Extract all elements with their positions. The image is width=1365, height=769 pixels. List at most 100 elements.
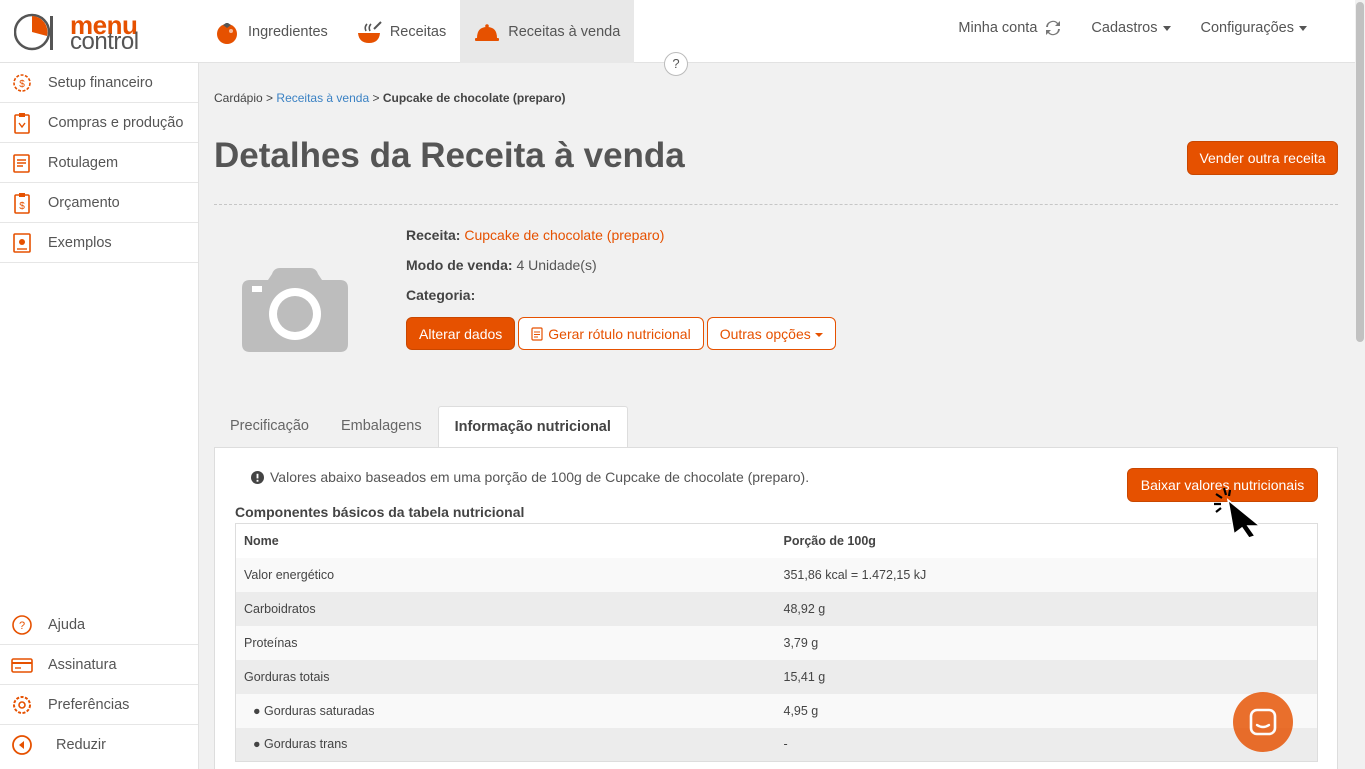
collapse-icon (12, 735, 32, 755)
logo-plate-icon (13, 13, 53, 51)
chat-widget-button[interactable] (1233, 692, 1293, 752)
topnav-receitas-a-venda[interactable]: Receitas à venda (460, 0, 635, 63)
card-icon (11, 657, 33, 673)
menucontrol-logo[interactable]: menu control (13, 10, 154, 55)
nutrition-table: Nome Porção de 100g Valor energético 351… (235, 523, 1318, 762)
download-nutrition-button[interactable]: Baixar valores nutricionais (1127, 468, 1318, 502)
sidebar-item-orcamento[interactable]: $ Orçamento (0, 183, 198, 223)
sidebar-item-label: Compras e produção (48, 114, 184, 131)
gear-icon (13, 695, 31, 714)
breadcrumb-separator: > (372, 91, 380, 105)
clipboard-icon (14, 112, 30, 134)
sidebar-item-rotulagem[interactable]: Rotulagem (0, 143, 198, 183)
nutrient-name: Gorduras totais (235, 659, 776, 694)
sidebar-item-assinatura[interactable]: Assinatura (0, 645, 198, 685)
tab-informacao-nutricional[interactable]: Informação nutricional (437, 406, 628, 448)
top-right-menu: Minha conta Cadastros Configurações (958, 0, 1307, 56)
nutrient-name: ● Gorduras trans (235, 727, 776, 762)
sidebar-item-ajuda[interactable]: ? Ajuda (0, 605, 198, 645)
sidebar-item-label: Ajuda (48, 616, 86, 633)
nutrient-name: Proteínas (235, 625, 776, 660)
section-title: Componentes básicos da tabela nutriciona… (235, 504, 525, 520)
refresh-icon (1046, 20, 1061, 36)
label-icon (13, 153, 30, 173)
page-scrollbar[interactable] (1355, 0, 1365, 769)
breadcrumb-root: Cardápio (214, 91, 263, 105)
sidebar-item-exemplos[interactable]: Exemplos (0, 223, 198, 263)
nutrient-name: ● Gorduras saturadas (235, 693, 776, 728)
sidebar-item-label: Rotulagem (48, 154, 119, 171)
document-icon (531, 326, 543, 341)
table-row: Proteínas 3,79 g (235, 625, 1318, 660)
help-bubble-button[interactable]: ? (664, 52, 688, 76)
sidebar-item-preferencias[interactable]: Preferências (0, 685, 198, 725)
nutrition-panel: Valores abaixo baseados em uma porção de… (214, 447, 1338, 769)
pot-icon (357, 20, 382, 43)
chat-icon (1249, 708, 1277, 736)
topnav-receitas[interactable]: Receitas (342, 0, 460, 63)
help-icon: ? (12, 614, 32, 635)
budget-icon: $ (14, 192, 30, 214)
table-row: Valor energético 351,86 kcal = 1.472,15 … (235, 557, 1318, 592)
sale-mode-label: Modo de venda: (406, 257, 513, 273)
topnav-receitas-label: Receitas (389, 23, 447, 40)
gear-dollar-icon: $ (13, 73, 31, 92)
tab-precificacao[interactable]: Precificação (214, 406, 325, 448)
scrollbar-thumb[interactable] (1356, 2, 1364, 342)
generate-label-button[interactable]: Gerar rótulo nutricional (518, 317, 704, 350)
configuracoes-dropdown[interactable]: Configurações (1201, 20, 1308, 36)
recipe-link[interactable]: Cupcake de chocolate (preparo) (464, 227, 664, 243)
sidebar-item-label: Orçamento (48, 194, 120, 211)
topnav-receitas-a-venda-label: Receitas à venda (508, 23, 621, 40)
table-row: Gorduras totais 15,41 g (235, 659, 1318, 694)
logo-word-control: control (70, 28, 139, 55)
breadcrumb-current: Cupcake de chocolate (preparo) (382, 91, 566, 105)
nutrient-value: 3,79 g (775, 625, 1318, 660)
my-account-label: Minha conta (958, 20, 1038, 36)
table-row: ● Gorduras saturadas 4,95 g (235, 693, 1318, 728)
nutrient-value: 15,41 g (775, 659, 1318, 694)
recipe-actions: Alterar dados Gerar rótulo nutricional O… (406, 317, 836, 350)
divider (214, 204, 1338, 205)
column-header-portion: Porção de 100g (775, 523, 1318, 558)
other-options-label: Outras opções (720, 326, 823, 342)
tomato-icon (217, 22, 237, 44)
sidebar-item-label: Exemplos (48, 234, 112, 251)
nutrient-name: Valor energético (235, 557, 776, 592)
exclamation-circle-icon (251, 470, 264, 484)
other-options-dropdown[interactable]: Outras opções (706, 317, 836, 350)
sell-other-recipe-button[interactable]: Vender outra receita (1187, 141, 1338, 175)
recipe-label: Receita: (406, 227, 461, 243)
breadcrumb-separator: > (266, 91, 274, 105)
page-title: Detalhes da Receita à venda (214, 136, 685, 175)
svg-text:$: $ (19, 201, 25, 212)
recipe-line: Receita: Cupcake de chocolate (preparo) (406, 228, 664, 258)
sidebar: $ Setup financeiro Compras e produção Ro… (0, 63, 199, 769)
portion-note: Valores abaixo baseados em uma porção de… (251, 469, 809, 485)
cadastros-dropdown[interactable]: Cadastros (1091, 20, 1170, 36)
sale-mode-line: Modo de venda: 4 Unidade(s) (406, 258, 664, 288)
nutrient-value: 48,92 g (775, 591, 1318, 626)
sidebar-bottom: ? Ajuda Assinatura Preferências Reduzir (0, 605, 198, 765)
breadcrumb: Cardápio > Receitas à venda > Cupcake de… (214, 91, 566, 105)
sidebar-item-reduzir[interactable]: Reduzir (0, 725, 198, 765)
table-row: Carboidratos 48,92 g (235, 591, 1318, 626)
my-account-link[interactable]: Minha conta (958, 20, 1061, 36)
top-nav: Ingredientes Receitas Receitas à venda (200, 0, 635, 63)
sidebar-item-setup-financeiro[interactable]: $ Setup financeiro (0, 63, 198, 103)
edit-data-button[interactable]: Alterar dados (406, 317, 516, 350)
camera-placeholder-icon (242, 268, 348, 352)
category-label: Categoria: (406, 287, 476, 303)
nutrient-name: Carboidratos (235, 591, 776, 626)
detail-tabs: Precificação Embalagens Informação nutri… (214, 406, 628, 448)
topnav-ingredientes-label: Ingredientes (248, 23, 328, 40)
sidebar-item-label: Reduzir (56, 737, 106, 753)
topnav-ingredientes[interactable]: Ingredientes (200, 0, 342, 63)
sidebar-item-label: Assinatura (48, 656, 117, 673)
sidebar-item-label: Setup financeiro (48, 74, 153, 91)
tab-embalagens[interactable]: Embalagens (325, 406, 438, 448)
nutrient-value: 351,86 kcal = 1.472,15 kJ (775, 557, 1318, 592)
breadcrumb-link-receitas-a-venda[interactable]: Receitas à venda (276, 91, 369, 105)
sidebar-item-compras-producao[interactable]: Compras e produção (0, 103, 198, 143)
table-header-row: Nome Porção de 100g (235, 523, 1318, 558)
